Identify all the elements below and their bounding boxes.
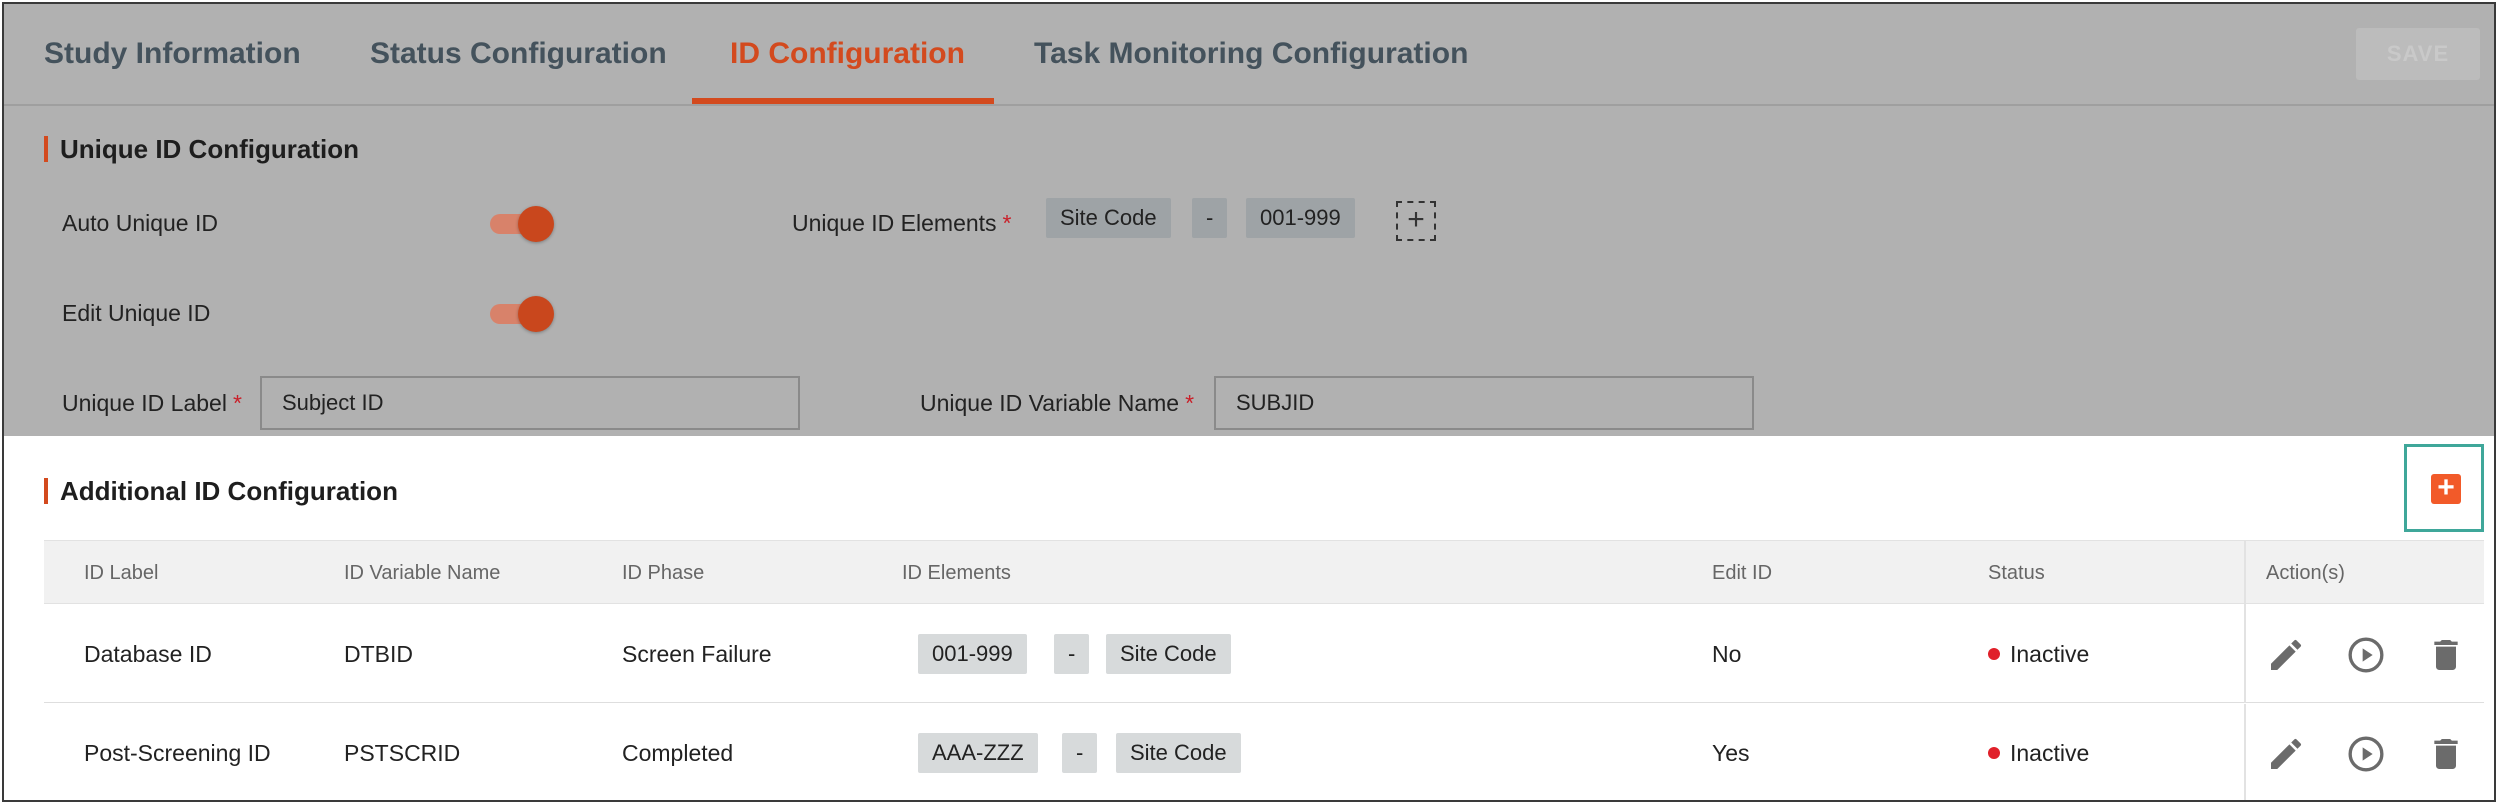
add-id-highlight: + [2404, 444, 2484, 532]
edit-unique-id-toggle[interactable] [490, 296, 554, 332]
add-id-button[interactable]: + [2431, 471, 2461, 504]
pencil-icon[interactable] [2266, 734, 2306, 774]
column-header: ID Phase [622, 562, 705, 584]
plus-icon: + [2437, 471, 2455, 504]
tab-study-information[interactable]: Study Information [44, 4, 301, 104]
id-element-chip: Site Code [1106, 634, 1231, 674]
tab-task-monitoring-configuration[interactable]: Task Monitoring Configuration [1034, 4, 1468, 104]
unique-id-element-chip[interactable]: - [1192, 198, 1228, 238]
tab-id-configuration[interactable]: ID Configuration [730, 4, 965, 104]
tab-bar: Study Information Status Configuration I… [4, 4, 2494, 106]
id-phase-cell: Completed [622, 740, 734, 766]
unique-id-element-chip[interactable]: 001-999 [1246, 198, 1355, 238]
column-header: Edit ID [1712, 562, 1773, 584]
edit-unique-id-label: Edit Unique ID [62, 300, 211, 326]
column-header: ID Label [84, 562, 159, 584]
plus-icon: + [1407, 203, 1425, 236]
row-actions [2244, 605, 2484, 703]
id-element-chip: 001-999 [918, 634, 1027, 674]
unique-id-elements-label: Unique ID Elements * [792, 210, 1012, 236]
active-tab-indicator [692, 98, 994, 104]
status-badge: Inactive [1988, 605, 2089, 703]
column-header: Action(s) [2244, 541, 2345, 605]
edit-id-cell: No [1712, 641, 1742, 667]
table-row: Post-Screening ID PSTSCRID Completed AAA… [44, 704, 2484, 800]
trash-icon[interactable] [2426, 635, 2466, 675]
additional-id-section-title: Additional ID Configuration [44, 476, 398, 507]
table-row: Database ID DTBID Screen Failure 001-999… [44, 605, 2484, 703]
id-variable-cell: DTBID [344, 641, 413, 667]
id-element-chip: Site Code [1116, 733, 1241, 773]
unique-id-element-chip[interactable]: Site Code [1046, 198, 1171, 238]
unique-id-label-label: Unique ID Label * [62, 390, 242, 416]
unique-id-variable-name-label: Unique ID Variable Name * [920, 390, 1195, 416]
column-header: ID Variable Name [344, 562, 501, 584]
id-phase-cell: Screen Failure [622, 641, 772, 667]
unique-id-variable-name-input[interactable] [1214, 376, 1754, 430]
auto-unique-id-label: Auto Unique ID [62, 210, 218, 236]
play-circle-icon[interactable] [2346, 635, 2386, 675]
id-label-cell: Post-Screening ID [84, 740, 271, 766]
unique-id-label-input[interactable] [260, 376, 800, 430]
play-circle-icon[interactable] [2346, 734, 2386, 774]
tab-status-configuration[interactable]: Status Configuration [370, 4, 667, 104]
trash-icon[interactable] [2426, 734, 2466, 774]
id-element-chip: AAA-ZZZ [918, 733, 1038, 773]
id-element-chip: - [1054, 634, 1090, 674]
add-element-button[interactable]: + [1396, 201, 1436, 241]
edit-id-cell: Yes [1712, 740, 1750, 766]
unique-id-section-title: Unique ID Configuration [44, 134, 359, 165]
status-badge: Inactive [1988, 704, 2089, 800]
row-actions [2244, 704, 2484, 800]
column-header: Status [1988, 562, 2045, 584]
table-header: ID Label ID Variable Name ID Phase ID El… [44, 540, 2484, 605]
pencil-icon[interactable] [2266, 635, 2306, 675]
save-button[interactable]: SAVE [2356, 28, 2480, 80]
app-frame: Study Information Status Configuration I… [2, 2, 2496, 802]
column-header: ID Elements [902, 562, 1011, 584]
id-variable-cell: PSTSCRID [344, 740, 461, 766]
auto-unique-id-toggle[interactable] [490, 206, 554, 242]
unique-id-area: Study Information Status Configuration I… [4, 4, 2494, 436]
id-label-cell: Database ID [84, 641, 212, 667]
id-element-chip: - [1062, 733, 1098, 773]
